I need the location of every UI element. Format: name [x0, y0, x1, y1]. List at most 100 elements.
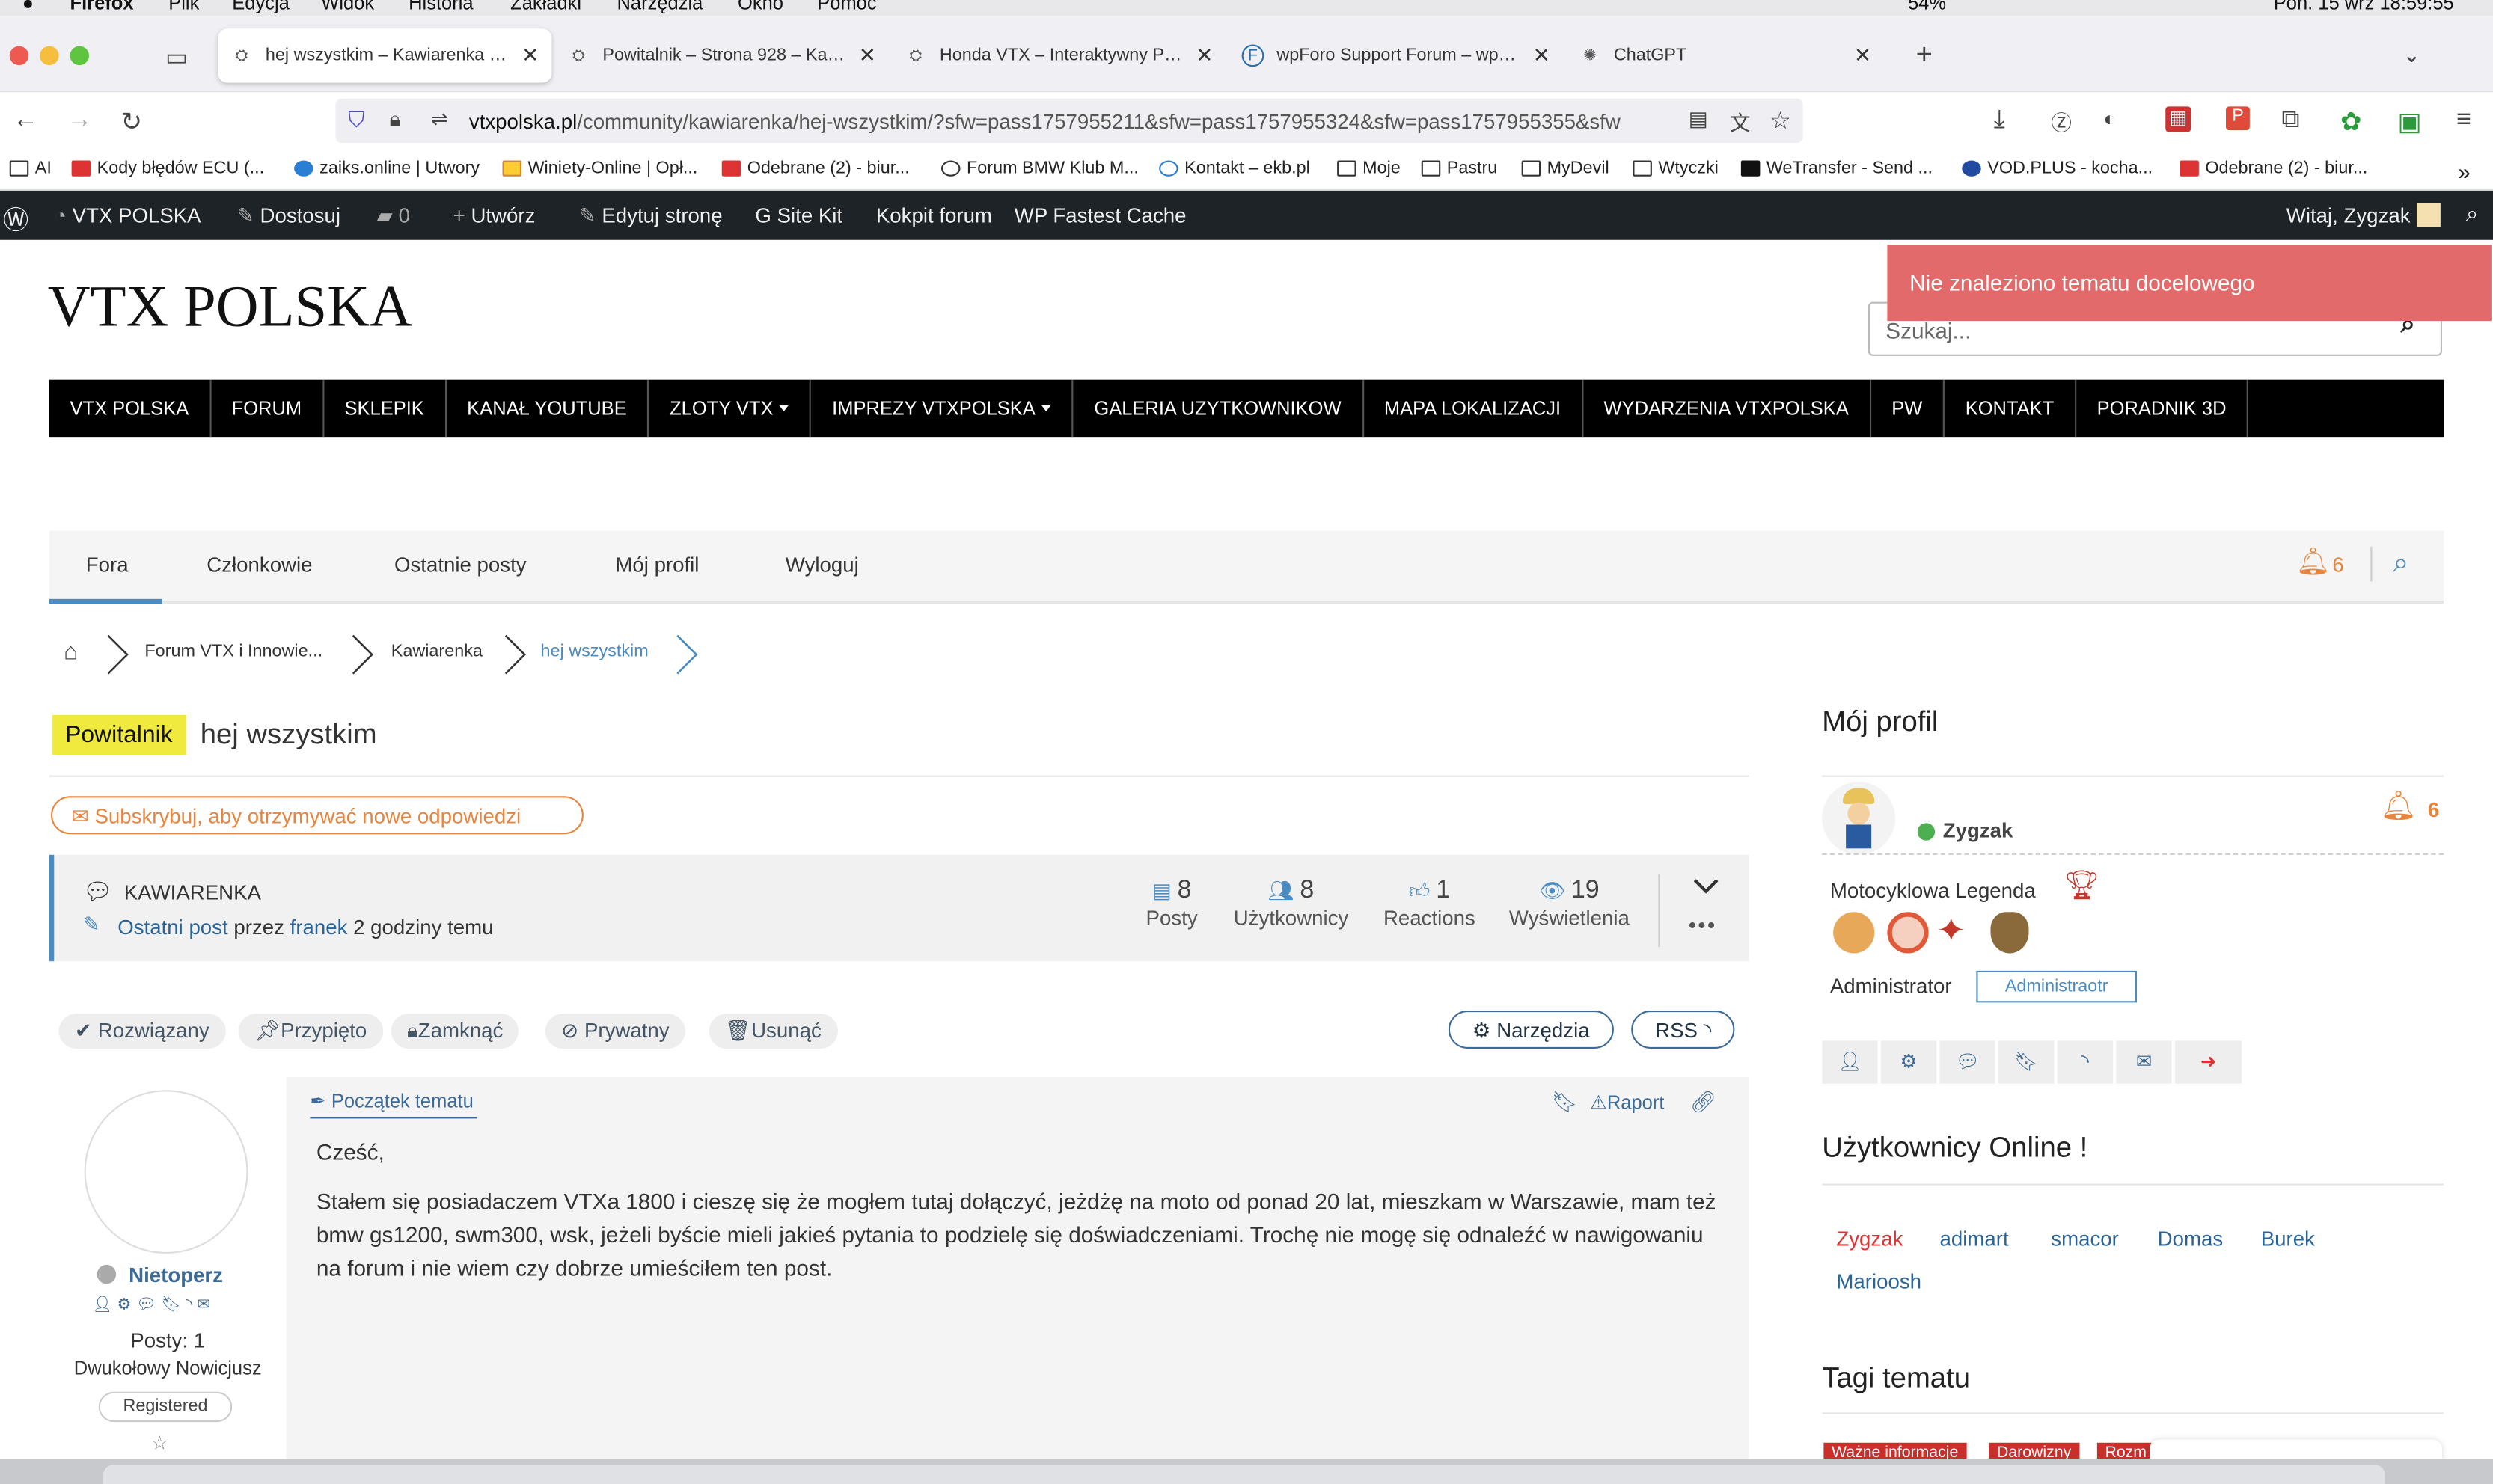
wp-customize-link[interactable]: ✎ Dostosuj [237, 203, 340, 229]
bookmark-icon[interactable]: 🔖︎ [1552, 1090, 1578, 1115]
solved-button[interactable]: ✔ Rozwiązany [58, 1014, 225, 1049]
new-tab-button[interactable]: + [1916, 38, 1933, 72]
menu-item-poradnik-3d[interactable]: PORADNIK 3D [2076, 379, 2249, 438]
menu-item-galeria[interactable]: GALERIA UZYTKOWNIKOW [1074, 379, 1364, 438]
wp-sitekit-link[interactable]: G Site Kit [755, 203, 842, 227]
profile-bell-icon[interactable]: 🔔︎ [2380, 790, 2417, 824]
lock-icon[interactable]: 🔒︎ [390, 106, 401, 132]
extension-monitor-icon[interactable]: ▣ [2398, 106, 2422, 138]
close-tab-icon[interactable]: ✕ [521, 43, 539, 68]
bookmarks-overflow-chevron-icon[interactable]: » [2458, 159, 2471, 184]
profile-user-icon[interactable]: 👤︎ [1822, 1040, 1878, 1084]
online-user-link[interactable]: Burek [2261, 1227, 2315, 1251]
online-user-link[interactable]: Marioosh [1836, 1269, 1921, 1293]
wp-forum-dashboard-link[interactable]: Kokpit forum [876, 203, 992, 227]
forward-arrow-icon[interactable]: → [67, 106, 92, 135]
menu-item-wydarzenia[interactable]: WYDARZENIA VTXPOLSKA [1583, 379, 1871, 438]
online-user-link[interactable]: Zygzak [1836, 1227, 1903, 1251]
menu-widok[interactable]: Widok [321, 0, 374, 14]
bookmark-wtyczki[interactable]: Wtyczki [1633, 159, 1719, 178]
extension-p-icon[interactable]: P [2226, 106, 2250, 131]
topic-prefix-tag[interactable]: Powitalnik [52, 714, 186, 755]
menu-hamburger-icon[interactable]: ≡ [2456, 106, 2471, 135]
last-post-link[interactable]: Ostatni post [117, 916, 227, 939]
extension-badge-icon[interactable]: ▦ [2165, 106, 2191, 132]
breadcrumb-kawiarenka[interactable]: Kawiarenka [391, 642, 483, 660]
bookmark-winiety[interactable]: Winiety-Online | Opł... [502, 159, 697, 178]
forum-search-icon[interactable]: ⌕ [2393, 547, 2408, 580]
extension-green-icon[interactable]: ✿ [2340, 106, 2361, 138]
reader-view-icon[interactable]: ▤ [1689, 106, 1708, 132]
profile-avatar[interactable] [1822, 782, 1895, 855]
online-user-link[interactable]: smacor [2051, 1227, 2119, 1251]
menu-item-imprezy[interactable]: IMPREZY VTXPOLSKA [812, 379, 1074, 438]
online-user-link[interactable]: adimart [1940, 1227, 2009, 1251]
tools-button[interactable]: ⚙ Narzędzia [1448, 1010, 1614, 1049]
menu-item-vtx-polska[interactable]: VTX POLSKA [49, 379, 211, 438]
wp-comments-link[interactable]: ▰ 0 [377, 203, 410, 229]
back-arrow-icon[interactable]: ← [13, 106, 38, 135]
bookmark-vodplus[interactable]: VOD.PLUS - kocha... [1962, 159, 2153, 178]
online-user-link[interactable]: Domas [2158, 1227, 2224, 1251]
wp-search-icon[interactable]: ⌕ [2466, 200, 2479, 227]
author-action-icons[interactable]: 👤︎⚙💬︎🔖︎◝✉ [92, 1296, 215, 1313]
last-post-author-link[interactable]: franek [290, 916, 348, 939]
bookmark-forum-bmw[interactable]: Forum BMW Klub M... [941, 159, 1139, 178]
menu-item-kontakt[interactable]: KONTAKT [1945, 379, 2076, 438]
menu-pomoc[interactable]: Pomoc [817, 0, 876, 14]
bookmark-kody[interactable]: Kody błędów ECU (... [71, 159, 264, 178]
tab-hej-wszystkim[interactable]: ⛭ hej wszystkim – Kawiarenka – V ✕ [218, 28, 552, 83]
more-ellipsis-icon[interactable]: ••• [1689, 912, 1717, 937]
forum-nav-czlonkowie[interactable]: Członkowie [207, 553, 312, 577]
wordpress-logo-icon[interactable]: Ⓦ [3, 199, 28, 237]
permissions-icon[interactable]: ⇌ [431, 106, 448, 132]
bookmark-pastru[interactable]: Pastru [1421, 159, 1497, 178]
author-avatar[interactable] [84, 1090, 248, 1254]
chevron-down-icon[interactable] [1693, 877, 1719, 896]
menu-item-forum[interactable]: FORUM [211, 379, 324, 438]
author-name[interactable]: Nietoperz [129, 1263, 223, 1287]
url-bar[interactable]: ⛉ 🔒︎ ⇌ vtxpolska.pl/community/kawiarenka… [335, 98, 1803, 144]
logout-icon[interactable]: ➜ [2175, 1040, 2242, 1084]
tab-wpforo-support[interactable]: F wpForo Support Forum – wpFor ✕ [1229, 28, 1563, 82]
bookmark-wetransfer[interactable]: WeTransfer - Send ... [1740, 159, 1933, 178]
profile-settings-icon[interactable]: ⚙ [1880, 1040, 1937, 1084]
menu-item-sklepik[interactable]: SKLEPIK [324, 379, 447, 438]
minimize-window-button[interactable] [40, 46, 59, 66]
tracking-shield-icon[interactable]: ⛉ [348, 106, 364, 133]
wp-fastest-cache-link[interactable]: WP Fastest Cache [1015, 203, 1187, 227]
wp-new-link[interactable]: + Utwórz [453, 203, 536, 227]
close-tab-icon[interactable]: ✕ [1854, 43, 1871, 68]
bookmark-zaiks[interactable]: zaiks.online | Utwory [294, 159, 480, 178]
wp-account-link[interactable]: Witaj, Zygzak [2286, 203, 2441, 227]
profile-bookmarks-icon[interactable]: 🔖︎ [1998, 1040, 2055, 1084]
wp-edit-link[interactable]: ✎ Edytuj stronę [579, 203, 723, 229]
apple-icon[interactable]: ● [22, 0, 34, 14]
home-icon[interactable]: ⌂ [64, 639, 78, 666]
wp-site-link[interactable]: ◔ VTX POLSKA [54, 203, 201, 227]
menu-item-zloty-vtx[interactable]: ZLOTY VTX [649, 379, 812, 438]
forum-nav-moj-profil[interactable]: Mój profil [615, 553, 699, 577]
bookmark-mydevil[interactable]: MyDevil [1521, 159, 1609, 178]
close-window-button[interactable] [9, 46, 29, 66]
close-topic-button[interactable]: 🔒︎Zamknąć [391, 1014, 519, 1049]
private-button[interactable]: ⊘ Prywatny [545, 1014, 685, 1049]
link-icon[interactable]: 🔗︎ [1690, 1090, 1716, 1115]
profile-messages-icon[interactable]: 💬︎ [1939, 1040, 1995, 1084]
translate-icon[interactable]: 文 [1730, 106, 1751, 136]
menu-zakladki[interactable]: Zakładki [510, 0, 581, 14]
extension-z-icon[interactable]: Ⓩ [2051, 106, 2072, 136]
subscribe-button[interactable]: ✉ Subskrybuj, aby otrzymywać nowe odpowi… [51, 796, 584, 835]
report-button[interactable]: ⚠Raport [1590, 1091, 1664, 1114]
menu-historia[interactable]: Historia [409, 0, 473, 14]
menu-plik[interactable]: Plik [168, 0, 199, 14]
menu-okno[interactable]: Okno [738, 0, 783, 14]
menu-item-mapa[interactable]: MAPA LOKALIZACJI [1363, 379, 1583, 438]
close-tab-icon[interactable]: ✕ [859, 43, 876, 68]
reload-icon[interactable]: ↻ [121, 106, 142, 138]
menu-item-pw[interactable]: PW [1871, 379, 1945, 438]
profile-envelope-icon[interactable]: ✉ [2116, 1040, 2172, 1084]
profile-feed-icon[interactable]: ◝ [2057, 1040, 2114, 1084]
bookmark-star-icon[interactable]: ☆ [1769, 106, 1791, 135]
extension-contrast-icon[interactable]: ◐ [2103, 106, 2116, 130]
